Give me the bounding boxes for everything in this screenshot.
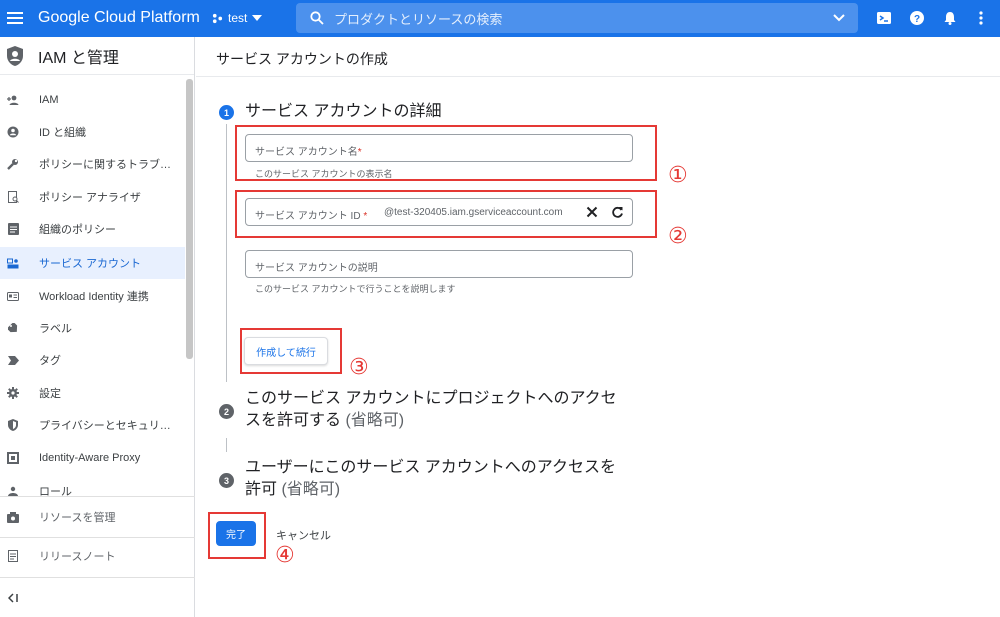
sidebar-item-label: タグ	[39, 355, 61, 367]
svg-text:?: ?	[914, 14, 920, 25]
sidebar-item-label: リソースを管理	[39, 512, 116, 524]
sidebar-item-service-accounts[interactable]: サービス アカウント	[0, 247, 185, 279]
annotation-2: ②	[668, 224, 688, 249]
notifications-icon[interactable]	[942, 10, 958, 26]
collapse-sidebar-icon[interactable]	[8, 593, 18, 603]
sidebar-item-policy-troubleshooter[interactable]: ポリシーに関するトラブ…	[0, 148, 185, 180]
search-icon	[310, 11, 324, 25]
highlight-box-2	[235, 190, 657, 238]
sidebar-divider	[0, 577, 195, 578]
gear-icon	[7, 387, 19, 399]
sidebar-item-iap[interactable]: Identity-Aware Proxy	[0, 442, 185, 474]
person-add-icon	[7, 94, 19, 106]
sidebar-item-label: サービス アカウント	[39, 258, 142, 270]
step-number-3: 3	[219, 473, 234, 488]
sidebar-item-label: Workload Identity 連携	[39, 291, 149, 303]
sidebar-scrollbar[interactable]	[186, 79, 193, 359]
sidebar-header: IAM と管理	[0, 37, 194, 75]
tag-icon	[7, 354, 19, 366]
sidebar-item-labels[interactable]: ラベル	[0, 312, 185, 344]
help-icon[interactable]: ?	[909, 10, 925, 26]
service-account-description-field[interactable]: サービス アカウントの説明	[245, 250, 633, 278]
project-hub-icon	[212, 13, 223, 23]
service-account-icon	[7, 257, 19, 269]
optional-label: (省略可)	[345, 412, 405, 429]
caret-down-icon	[252, 15, 263, 21]
sidebar-item-label: プライバシーとセキュリ…	[39, 420, 171, 432]
step-connector	[226, 438, 227, 452]
annotation-4: ④	[275, 543, 295, 568]
field-label: サービス アカウントの説明	[255, 263, 378, 274]
sidebar-item-manage-resources[interactable]: リソースを管理	[0, 501, 185, 533]
document-search-icon	[7, 191, 19, 203]
step1-title: サービス アカウントの詳細	[245, 103, 442, 120]
highlight-box-3	[240, 328, 342, 374]
optional-label: (省略可)	[281, 481, 341, 498]
label-icon	[7, 322, 19, 334]
top-bar: Google Cloud Platform test プロダクトとリソースの検索…	[0, 0, 1000, 37]
sidebar-item-tags[interactable]: タグ	[0, 344, 185, 376]
brand-title[interactable]: Google Cloud Platform	[38, 9, 200, 27]
step3-title-line2-wrap: 許可 (省略可)	[245, 479, 616, 501]
list-doc-icon	[7, 223, 19, 235]
highlight-box-4	[208, 512, 266, 559]
sidebar-item-label: ID と組織	[39, 127, 87, 139]
id-card-icon	[7, 290, 19, 302]
more-vert-icon[interactable]	[973, 10, 989, 26]
search-bar[interactable]: プロダクトとリソースの検索	[296, 3, 858, 33]
sidebar-title: IAM と管理	[38, 49, 119, 67]
sidebar-item-label: ポリシー アナライザ	[39, 192, 141, 204]
description-hint: このサービス アカウントで行うことを説明します	[255, 284, 456, 294]
wrench-icon	[7, 158, 19, 170]
sidebar-item-label: IAM	[39, 94, 59, 106]
iam-shield-icon	[7, 45, 23, 66]
annotation-1: ①	[668, 163, 688, 188]
sidebar-item-release-notes[interactable]: リリースノート	[0, 540, 185, 572]
step3-title-line1: ユーザーにこのサービス アカウントへのアクセスを	[245, 459, 617, 476]
step2-title-line2-wrap: スを許可する (省略可)	[245, 410, 617, 432]
sidebar-item-id-org[interactable]: ID と組織	[0, 116, 185, 148]
step2-title-line2: スを許可する	[245, 412, 342, 429]
sidebar-divider	[0, 537, 195, 538]
project-selector[interactable]: test	[212, 11, 263, 25]
search-input[interactable]: プロダクトとリソースの検索	[334, 9, 502, 28]
sidebar-item-policy-analyzer[interactable]: ポリシー アナライザ	[0, 181, 185, 213]
step2-title-line1: このサービス アカウントにプロジェクトへのアクセ	[245, 390, 617, 407]
sidebar-item-label: 組織のポリシー	[39, 224, 116, 236]
account-circle-icon	[7, 126, 19, 138]
sidebar-item-settings[interactable]: 設定	[0, 377, 185, 409]
step2-title: このサービス アカウントにプロジェクトへのアクセ スを許可する (省略可)	[245, 388, 617, 432]
sidebar-item-label: Identity-Aware Proxy	[39, 452, 141, 464]
sidebar-item-label: ラベル	[39, 323, 72, 335]
sidebar-item-workload-identity[interactable]: Workload Identity 連携	[0, 280, 185, 312]
sidebar-item-label: ポリシーに関するトラブ…	[39, 159, 171, 171]
menu-icon[interactable]	[7, 9, 23, 27]
sidebar-item-label: 設定	[39, 388, 61, 400]
page-header: サービス アカウントの作成	[196, 37, 1000, 77]
cancel-button[interactable]: キャンセル	[276, 527, 331, 543]
sidebar-item-privacy-security[interactable]: プライバシーとセキュリ…	[0, 409, 185, 441]
release-notes-icon	[7, 550, 19, 562]
project-name: test	[228, 11, 248, 25]
step3-title-line2: 許可	[245, 481, 278, 498]
cloud-shell-icon[interactable]	[876, 10, 892, 26]
sidebar-item-label: リリースノート	[39, 551, 116, 563]
proxy-icon	[7, 452, 19, 464]
sidebar: IAM と管理 IAM ID と組織 ポリシーに関するトラブ… ポリシー アナラ…	[0, 37, 195, 617]
sidebar-item-iam[interactable]: IAM	[0, 84, 185, 116]
step-number-1: 1	[219, 105, 234, 120]
highlight-box-1	[235, 125, 657, 181]
step3-title: ユーザーにこのサービス アカウントへのアクセスを 許可 (省略可)	[245, 457, 616, 501]
shield-icon	[7, 419, 19, 431]
sidebar-item-org-policies[interactable]: 組織のポリシー	[0, 213, 185, 245]
step-number-2: 2	[219, 404, 234, 419]
sidebar-divider	[0, 496, 195, 497]
annotation-3: ③	[349, 355, 369, 380]
page-title: サービス アカウントの作成	[216, 51, 388, 67]
manage-resources-icon	[7, 511, 19, 523]
step-connector	[226, 124, 227, 382]
chevron-down-icon[interactable]	[832, 10, 846, 24]
